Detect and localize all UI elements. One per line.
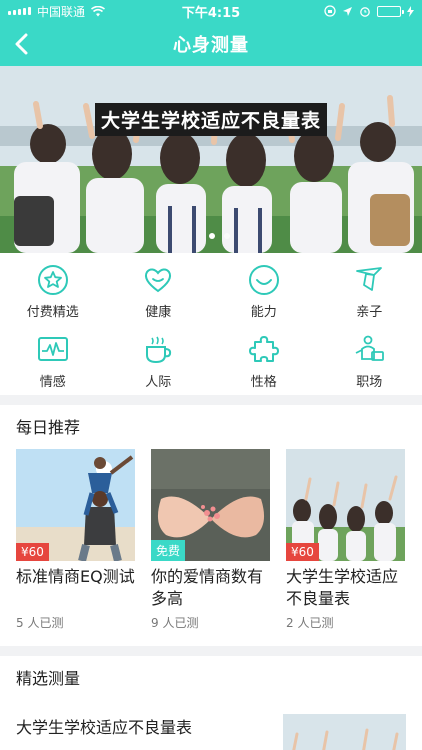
star-circle-icon xyxy=(37,265,68,295)
category-label: 情感 xyxy=(39,375,66,390)
battery-icon xyxy=(377,5,404,17)
category-personality[interactable]: 性格 xyxy=(211,323,317,395)
location-icon xyxy=(343,6,352,16)
category-label: 亲子 xyxy=(356,305,383,320)
card-test-count: 2 人已测 xyxy=(286,616,334,630)
banner-title: 大学生学校适应不良量表 xyxy=(95,103,328,136)
price-tag: 免费 xyxy=(151,540,186,561)
category-health[interactable]: 健康 xyxy=(106,253,212,323)
daily-card[interactable]: ¥60 大学生学校适应不良量表 2 人已测 xyxy=(286,449,405,646)
briefcase-person-icon xyxy=(355,335,385,361)
daily-cards: ¥60 标准情商EQ测试 5 人已测 免费 你的爱情商数有多高 9 人已测 ¥6… xyxy=(0,449,422,646)
smile-icon xyxy=(248,265,279,295)
category-label: 健康 xyxy=(145,305,172,320)
card-test-count: 9 人已测 xyxy=(151,616,199,630)
puzzle-icon xyxy=(248,336,279,362)
featured-list-item[interactable]: 大学生学校适应不良量表 xyxy=(0,700,422,750)
category-emotion[interactable]: 情感 xyxy=(0,323,106,395)
card-thumbnail: ¥60 xyxy=(286,449,405,561)
category-ability[interactable]: 能力 xyxy=(211,253,317,323)
featured-item-image xyxy=(283,714,406,750)
carrier-label: 中国联通 xyxy=(37,4,86,19)
category-parenting[interactable]: 亲子 xyxy=(317,253,422,323)
category-label: 能力 xyxy=(250,305,277,320)
daily-section-title: 每日推荐 xyxy=(16,418,81,437)
featured-item-title: 大学生学校适应不良量表 xyxy=(16,718,193,737)
category-paid-selection[interactable]: 付费精选 xyxy=(0,253,106,323)
heartbeat-monitor-icon xyxy=(37,337,68,361)
category-workplace[interactable]: 职场 xyxy=(317,323,422,395)
category-social[interactable]: 人际 xyxy=(106,323,212,395)
necktie-icon xyxy=(356,267,383,291)
alarm-icon xyxy=(360,7,370,17)
status-right xyxy=(324,5,414,17)
card-title: 标准情商EQ测试 xyxy=(16,567,135,586)
status-left: 中国联通 xyxy=(8,3,106,20)
category-label: 性格 xyxy=(250,375,277,390)
card-title: 大学生学校适应不良量表 xyxy=(286,567,399,608)
banner-image xyxy=(0,66,422,253)
price-tag: ¥60 xyxy=(16,543,49,561)
category-grid: 付费精选 健康 能力 亲子 情感 人际 性格 职场 xyxy=(0,253,422,395)
rotation-lock-icon xyxy=(324,5,336,17)
card-thumbnail: 免费 xyxy=(151,449,270,561)
daily-card[interactable]: 免费 你的爱情商数有多高 9 人已测 xyxy=(151,449,270,646)
featured-item-thumbnail xyxy=(283,714,406,750)
category-label: 人际 xyxy=(145,375,172,390)
daily-card[interactable]: ¥60 标准情商EQ测试 5 人已测 xyxy=(16,449,135,646)
category-label: 付费精选 xyxy=(26,305,79,320)
section-divider xyxy=(0,646,422,656)
status-bar: 中国联通 下午4:15 xyxy=(0,0,422,22)
app-header: 中国联通 下午4:15 心身测量 xyxy=(0,0,422,66)
coffee-cup-icon xyxy=(146,336,172,364)
category-label: 职场 xyxy=(356,375,383,390)
wifi-icon xyxy=(91,5,106,16)
carousel-dot-2[interactable] xyxy=(224,233,230,239)
card-test-count: 5 人已测 xyxy=(16,616,64,630)
charging-icon xyxy=(407,5,414,17)
featured-section-title: 精选测量 xyxy=(16,669,81,688)
card-title: 你的爱情商数有多高 xyxy=(151,567,264,608)
nav-bar: 心身测量 xyxy=(0,22,422,66)
carousel-dot-1[interactable] xyxy=(209,233,215,239)
banner-carousel[interactable]: 大学生学校适应不良量表 xyxy=(0,66,422,253)
signal-icon xyxy=(8,7,31,15)
section-divider xyxy=(0,395,422,405)
page-title: 心身测量 xyxy=(173,35,249,56)
chevron-left-icon xyxy=(15,33,28,55)
heart-icon xyxy=(145,268,172,293)
card-thumbnail: ¥60 xyxy=(16,449,135,561)
price-tag: ¥60 xyxy=(286,543,319,561)
back-button[interactable] xyxy=(6,28,38,60)
